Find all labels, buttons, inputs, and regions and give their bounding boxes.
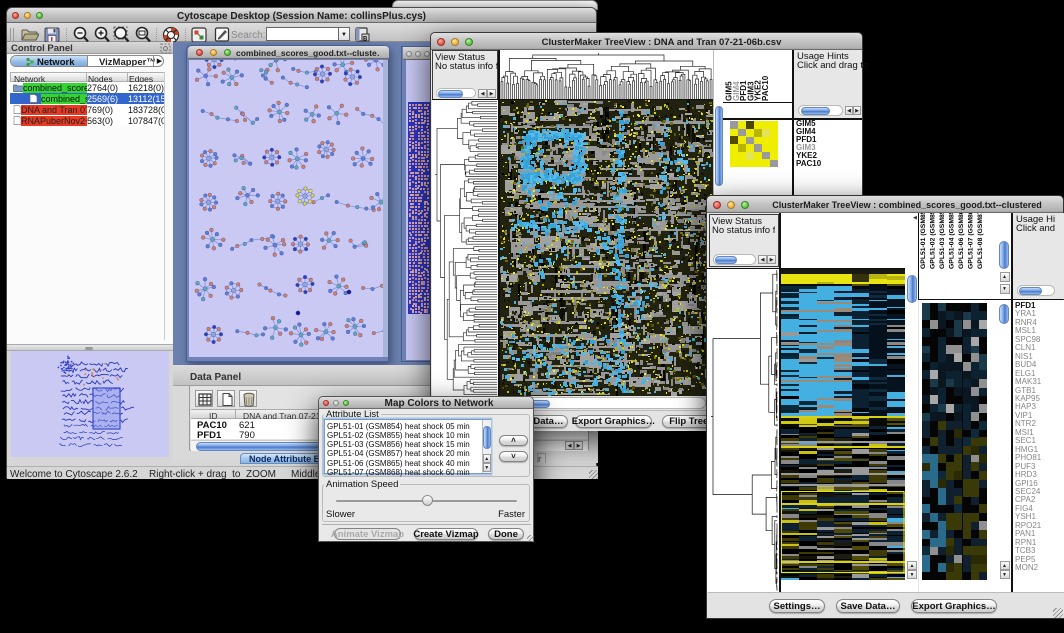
svg-text:GPL51-06 (GSM865): GPL51-06 (GSM865) [958,213,965,269]
svg-text:GPL51-04 (GSM857): GPL51-04 (GSM857) [949,213,956,269]
svg-text:GPL51-02 (GSM855): GPL51-02 (GSM855) [930,213,937,269]
svg-text:GPL51-08 (GSM872): GPL51-08 (GSM872) [977,213,984,269]
svg-text:GPL51-07 (GSM868): GPL51-07 (GSM868) [968,213,975,269]
svg-text:GPL51-01 (GSM854): GPL51-01 (GSM854) [920,213,927,269]
svg-text:GPL51-03 (GSM856): GPL51-03 (GSM856) [939,213,946,269]
svg-text:PAC10: PAC10 [761,75,770,101]
